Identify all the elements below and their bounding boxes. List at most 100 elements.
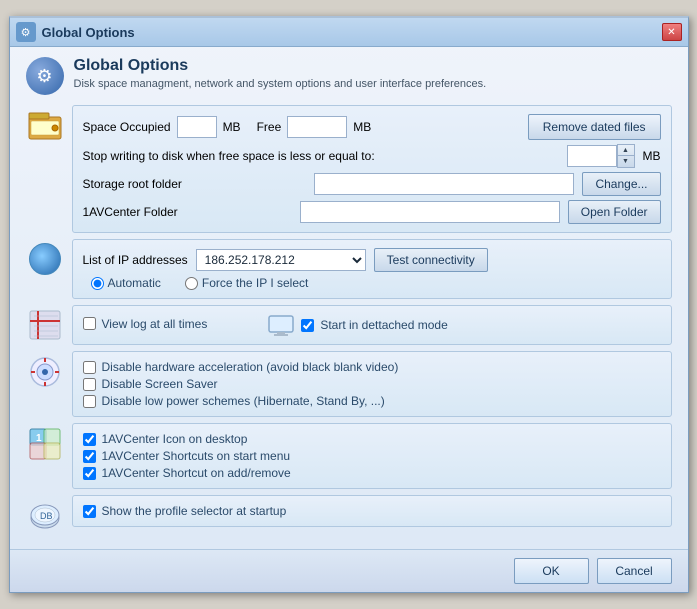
- stop-spinner-buttons: ▲ ▼: [617, 144, 635, 168]
- radio-force-label[interactable]: Force the IP I select: [185, 276, 309, 290]
- startup-icon: DB: [26, 495, 64, 533]
- logging-two-col: View log at all times Start in dettached…: [83, 314, 661, 336]
- avcenter-folder-input[interactable]: C:\Program Files\1AVCenter\: [300, 201, 560, 223]
- hardware-icon: [26, 351, 64, 389]
- radio-force-text: Force the IP I select: [202, 276, 309, 290]
- add-remove-checkbox[interactable]: [83, 467, 96, 480]
- disable-hw-checkbox[interactable]: [83, 361, 96, 374]
- radio-force[interactable]: [185, 277, 198, 290]
- ip-row: List of IP addresses 186.252.178.212 Tes…: [83, 248, 661, 272]
- header-icon: ⚙: [26, 57, 64, 95]
- storage-root-input[interactable]: C:\Users\Public\Documents\1AVCenter\: [314, 173, 574, 195]
- change-button[interactable]: Change...: [582, 172, 660, 196]
- test-connectivity-button[interactable]: Test connectivity: [374, 248, 488, 272]
- view-log-label: View log at all times: [102, 317, 208, 331]
- storage-root-label: Storage root folder: [83, 177, 182, 191]
- disable-screensaver-checkbox[interactable]: [83, 378, 96, 391]
- dialog-footer: OK Cancel: [10, 549, 688, 592]
- radio-automatic-text: Automatic: [108, 276, 161, 290]
- title-bar: ⚙ Global Options ✕: [10, 18, 688, 47]
- svg-text:DB: DB: [40, 511, 53, 521]
- desktop-row: 1AVCenter Icon on desktop: [83, 432, 661, 446]
- remove-dated-button[interactable]: Remove dated files: [528, 114, 661, 140]
- storage-root-row: Storage root folder C:\Users\Public\Docu…: [83, 172, 661, 196]
- disable-lowpower-checkbox[interactable]: [83, 395, 96, 408]
- view-log-row: View log at all times: [83, 314, 208, 333]
- open-folder-button[interactable]: Open Folder: [568, 200, 661, 224]
- desktop-label: 1AVCenter Icon on desktop: [102, 432, 248, 446]
- start-menu-checkbox[interactable]: [83, 450, 96, 463]
- spin-down-button[interactable]: ▼: [618, 156, 634, 167]
- start-menu-row: 1AVCenter Shortcuts on start menu: [83, 449, 661, 463]
- close-button[interactable]: ✕: [662, 23, 682, 41]
- free-value-input[interactable]: 47751: [287, 116, 347, 138]
- dialog-title: Global Options: [42, 25, 135, 40]
- globe-icon: [29, 243, 61, 275]
- avcenter-folder-row: 1AVCenter Folder C:\Program Files\1AVCen…: [83, 200, 661, 224]
- start-detached-checkbox[interactable]: [301, 319, 314, 332]
- storage-content: Space Occupied k MB Free 47751 MB Remove…: [72, 105, 672, 233]
- disable-screensaver-label: Disable Screen Saver: [102, 377, 218, 391]
- view-log-checkbox[interactable]: [83, 317, 96, 330]
- stop-value-input[interactable]: 500: [567, 145, 617, 167]
- start-detached-label: Start in dettached mode: [320, 318, 447, 332]
- hardware-content: Disable hardware acceleration (avoid bla…: [72, 351, 672, 417]
- spin-up-button[interactable]: ▲: [618, 145, 634, 156]
- global-options-dialog: ⚙ Global Options ✕ ⚙ Global Options Disk…: [9, 16, 689, 593]
- ok-button[interactable]: OK: [514, 558, 589, 584]
- start-menu-label: 1AVCenter Shortcuts on start menu: [102, 449, 291, 463]
- hardware-section: Disable hardware acceleration (avoid bla…: [26, 351, 672, 417]
- shortcuts-content: 1AVCenter Icon on desktop 1AVCenter Shor…: [72, 423, 672, 489]
- mb-label: MB: [223, 120, 241, 134]
- dialog-title-icon: ⚙: [16, 22, 36, 42]
- show-profile-label: Show the profile selector at startup: [102, 504, 287, 518]
- ip-label: List of IP addresses: [83, 253, 188, 267]
- disable-screensaver-row: Disable Screen Saver: [83, 377, 661, 391]
- cancel-button[interactable]: Cancel: [597, 558, 672, 584]
- shortcuts-icon: 1: [26, 423, 64, 461]
- space-occupied-label: Space Occupied: [83, 120, 171, 134]
- space-occupied-row: Space Occupied k MB Free 47751 MB Remove…: [83, 114, 661, 140]
- storage-icon: [26, 105, 64, 141]
- logging-icon: [26, 305, 64, 341]
- radio-automatic[interactable]: [91, 277, 104, 290]
- network-section: List of IP addresses 186.252.178.212 Tes…: [26, 239, 672, 299]
- mb2-label: MB: [353, 120, 371, 134]
- network-icon: [26, 239, 64, 275]
- disable-hw-label: Disable hardware acceleration (avoid bla…: [102, 360, 399, 374]
- start-detached-row: Start in dettached mode: [267, 314, 447, 336]
- stop-value-spinner: 500 ▲ ▼: [567, 144, 635, 168]
- avcenter-folder-label: 1AVCenter Folder: [83, 205, 178, 219]
- radio-row: Automatic Force the IP I select: [83, 276, 661, 290]
- disable-lowpower-label: Disable low power schemes (Hibernate, St…: [102, 394, 385, 408]
- network-content: List of IP addresses 186.252.178.212 Tes…: [72, 239, 672, 299]
- monitor-icon: [267, 314, 295, 336]
- disable-hw-row: Disable hardware acceleration (avoid bla…: [83, 360, 661, 374]
- radio-automatic-label[interactable]: Automatic: [91, 276, 161, 290]
- show-profile-checkbox[interactable]: [83, 505, 96, 518]
- header-title: Global Options: [74, 57, 487, 75]
- storage-section: Space Occupied k MB Free 47751 MB Remove…: [26, 105, 672, 233]
- add-remove-label: 1AVCenter Shortcut on add/remove: [102, 466, 291, 480]
- title-bar-left: ⚙ Global Options: [16, 22, 135, 42]
- header-text: Global Options Disk space managment, net…: [74, 57, 487, 92]
- svg-text:1: 1: [36, 433, 42, 444]
- disable-lowpower-row: Disable low power schemes (Hibernate, St…: [83, 394, 661, 408]
- space-occupied-input[interactable]: k: [177, 116, 217, 138]
- startup-section: DB Show the profile selector at startup: [26, 495, 672, 533]
- stop-writing-row: Stop writing to disk when free space is …: [83, 144, 661, 168]
- dialog-body: ⚙ Global Options Disk space managment, n…: [10, 47, 688, 549]
- desktop-checkbox[interactable]: [83, 433, 96, 446]
- shortcuts-section: 1 1AVCenter Icon on desktop 1AVCenter Sh…: [26, 423, 672, 489]
- header-section: ⚙ Global Options Disk space managment, n…: [26, 57, 672, 95]
- header-subtitle: Disk space managment, network and system…: [74, 77, 487, 92]
- stop-writing-label: Stop writing to disk when free space is …: [83, 149, 375, 163]
- logging-content: View log at all times Start in dettached…: [72, 305, 672, 345]
- show-profile-row: Show the profile selector at startup: [83, 504, 661, 518]
- logging-section: View log at all times Start in dettached…: [26, 305, 672, 345]
- ip-dropdown[interactable]: 186.252.178.212: [196, 249, 366, 271]
- startup-content: Show the profile selector at startup: [72, 495, 672, 527]
- mb3-label: MB: [643, 149, 661, 163]
- free-label: Free: [257, 120, 282, 134]
- add-remove-row: 1AVCenter Shortcut on add/remove: [83, 466, 661, 480]
